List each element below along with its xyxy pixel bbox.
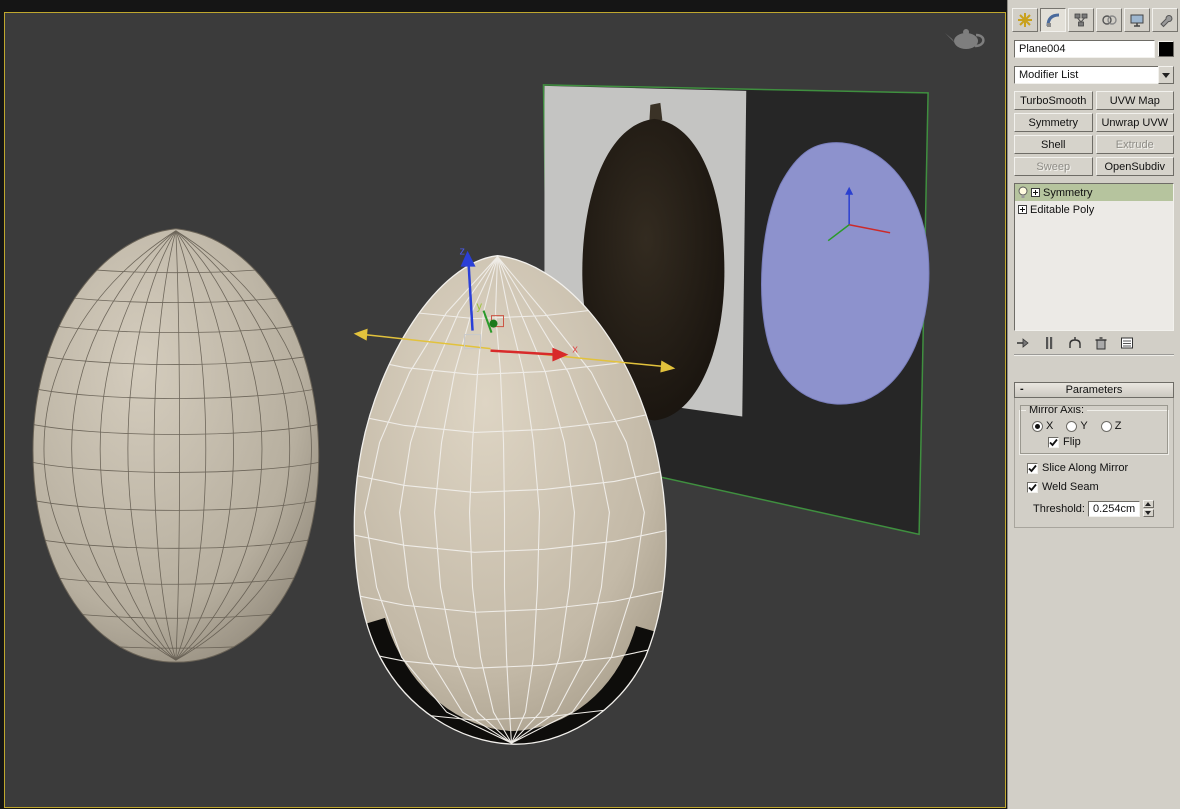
pin-stack-button[interactable]: [1014, 334, 1031, 351]
mirror-axis-y-option[interactable]: Y: [1066, 420, 1088, 432]
mirror-axis-group: Mirror Axis: X Y Z Flip: [1019, 404, 1169, 455]
expand-plus-icon[interactable]: [1018, 205, 1027, 214]
command-panel-tabs: [1008, 0, 1180, 34]
weld-seam-checkbox[interactable]: [1027, 481, 1038, 493]
modifier-stack[interactable]: Symmetry Editable Poly: [1014, 183, 1174, 331]
opensubdiv-button[interactable]: OpenSubdiv: [1095, 157, 1174, 176]
display-tab-icon: [1130, 14, 1144, 27]
tab-create[interactable]: [1012, 8, 1038, 32]
uvw-map-button[interactable]: UVW Map: [1095, 91, 1174, 110]
show-end-result-icon: [1045, 336, 1052, 349]
parameters-rollout-header[interactable]: - Parameters: [1014, 382, 1174, 398]
lightbulb-icon[interactable]: [1018, 186, 1028, 199]
radio-y[interactable]: [1066, 420, 1078, 432]
tab-modify[interactable]: [1040, 8, 1066, 32]
rollout-title: Parameters: [1065, 384, 1123, 396]
motion-tab-icon: [1102, 15, 1117, 25]
smoothed-egg-object[interactable]: [23, 228, 329, 663]
gizmo-z-label: z: [460, 246, 465, 258]
modifier-list-label: Modifier List: [1014, 66, 1158, 84]
mirror-axis-label: Mirror Axis:: [1029, 404, 1084, 416]
command-panel: Plane004 Modifier List TurboSmooth UVW M…: [1007, 0, 1180, 809]
object-color-swatch[interactable]: [1158, 41, 1174, 57]
mirror-gizmo-arrow-left: [353, 328, 368, 341]
expand-plus-icon[interactable]: [1031, 188, 1040, 197]
parameters-rollout-body: Mirror Axis: X Y Z Flip Slice Along Mirr…: [1014, 398, 1174, 528]
stack-item-label: Editable Poly: [1030, 203, 1095, 216]
rollout-collapse-glyph: -: [1020, 383, 1024, 395]
sweep-button: Sweep: [1014, 157, 1093, 176]
pin-stack-icon: [1016, 337, 1029, 348]
radio-z[interactable]: [1100, 420, 1112, 432]
threshold-value-field[interactable]: 0.254cm: [1087, 500, 1140, 517]
radio-z-label: Z: [1114, 420, 1122, 432]
tab-motion[interactable]: [1096, 8, 1122, 32]
turbosmooth-button[interactable]: TurboSmooth: [1014, 91, 1093, 110]
shell-button[interactable]: Shell: [1014, 135, 1093, 154]
checkmark-icon: [1028, 464, 1037, 472]
checkmark-icon: [1049, 438, 1058, 446]
make-unique-button[interactable]: [1066, 334, 1083, 351]
radio-x-label: X: [1046, 420, 1054, 432]
radio-y-label: Y: [1080, 420, 1088, 432]
threshold-spinner: [1142, 500, 1154, 517]
viewport-teapot-icon: [945, 28, 985, 49]
modifier-button-grid: TurboSmooth UVW Map Symmetry Unwrap UVW …: [1014, 91, 1174, 176]
configure-modifier-sets-button[interactable]: [1118, 334, 1135, 351]
checkmark-icon: [1028, 483, 1037, 491]
flip-checkbox[interactable]: [1048, 436, 1059, 448]
blue-silhouette-shape: [760, 142, 930, 405]
create-tab-icon: [1018, 13, 1032, 27]
configure-modifier-sets-icon: [1120, 337, 1133, 348]
modifier-stack-toolbar: [1014, 334, 1174, 356]
viewport-outer-frame: z x y: [0, 0, 1007, 809]
tab-hierarchy[interactable]: [1068, 8, 1094, 32]
extrude-button: Extrude: [1095, 135, 1174, 154]
spinner-up-button[interactable]: [1142, 500, 1154, 508]
make-unique-icon: [1068, 336, 1081, 348]
modifier-list-dropdown[interactable]: Modifier List: [1014, 66, 1174, 84]
spinner-down-button[interactable]: [1142, 509, 1154, 517]
object-name-field[interactable]: Plane004: [1014, 40, 1155, 58]
stack-item-editable-poly[interactable]: Editable Poly: [1015, 201, 1173, 218]
symmetry-button[interactable]: Symmetry: [1014, 113, 1093, 132]
radio-x[interactable]: [1032, 420, 1043, 432]
gizmo-x-label: x: [572, 344, 578, 356]
chevron-down-icon: [1162, 72, 1170, 78]
viewport-canvas: z x y: [23, 28, 985, 745]
unwrap-uvw-button[interactable]: Unwrap UVW: [1095, 113, 1174, 132]
spinner-down-icon: [1145, 511, 1152, 515]
slice-along-mirror-label: Slice Along Mirror: [1042, 462, 1129, 474]
flip-label: Flip: [1063, 436, 1081, 448]
spinner-up-icon: [1145, 502, 1152, 506]
gizmo-center-handle[interactable]: [489, 319, 498, 328]
mirror-axis-z-option[interactable]: Z: [1100, 420, 1122, 432]
weld-seam-label: Weld Seam: [1042, 481, 1099, 493]
modifier-list-dropdown-button[interactable]: [1158, 66, 1174, 84]
stack-item-label: Symmetry: [1043, 186, 1093, 199]
seed-stem: [649, 102, 663, 122]
show-end-result-button[interactable]: [1040, 334, 1057, 351]
perspective-viewport[interactable]: z x y: [4, 12, 1006, 808]
tab-utilities[interactable]: [1152, 8, 1178, 32]
threshold-label: Threshold:: [1033, 502, 1085, 515]
remove-modifier-trash-icon: [1095, 336, 1106, 349]
stack-item-symmetry[interactable]: Symmetry: [1015, 184, 1173, 201]
slice-along-mirror-checkbox[interactable]: [1027, 462, 1038, 474]
utilities-tab-icon: [1160, 15, 1173, 28]
mirror-axis-x-option[interactable]: X: [1032, 420, 1053, 432]
hierarchy-tab-icon: [1074, 13, 1088, 27]
tab-display[interactable]: [1124, 8, 1150, 32]
gizmo-y-label: y: [477, 301, 483, 313]
remove-modifier-button[interactable]: [1092, 334, 1109, 351]
modify-tab-icon: [1046, 13, 1060, 27]
